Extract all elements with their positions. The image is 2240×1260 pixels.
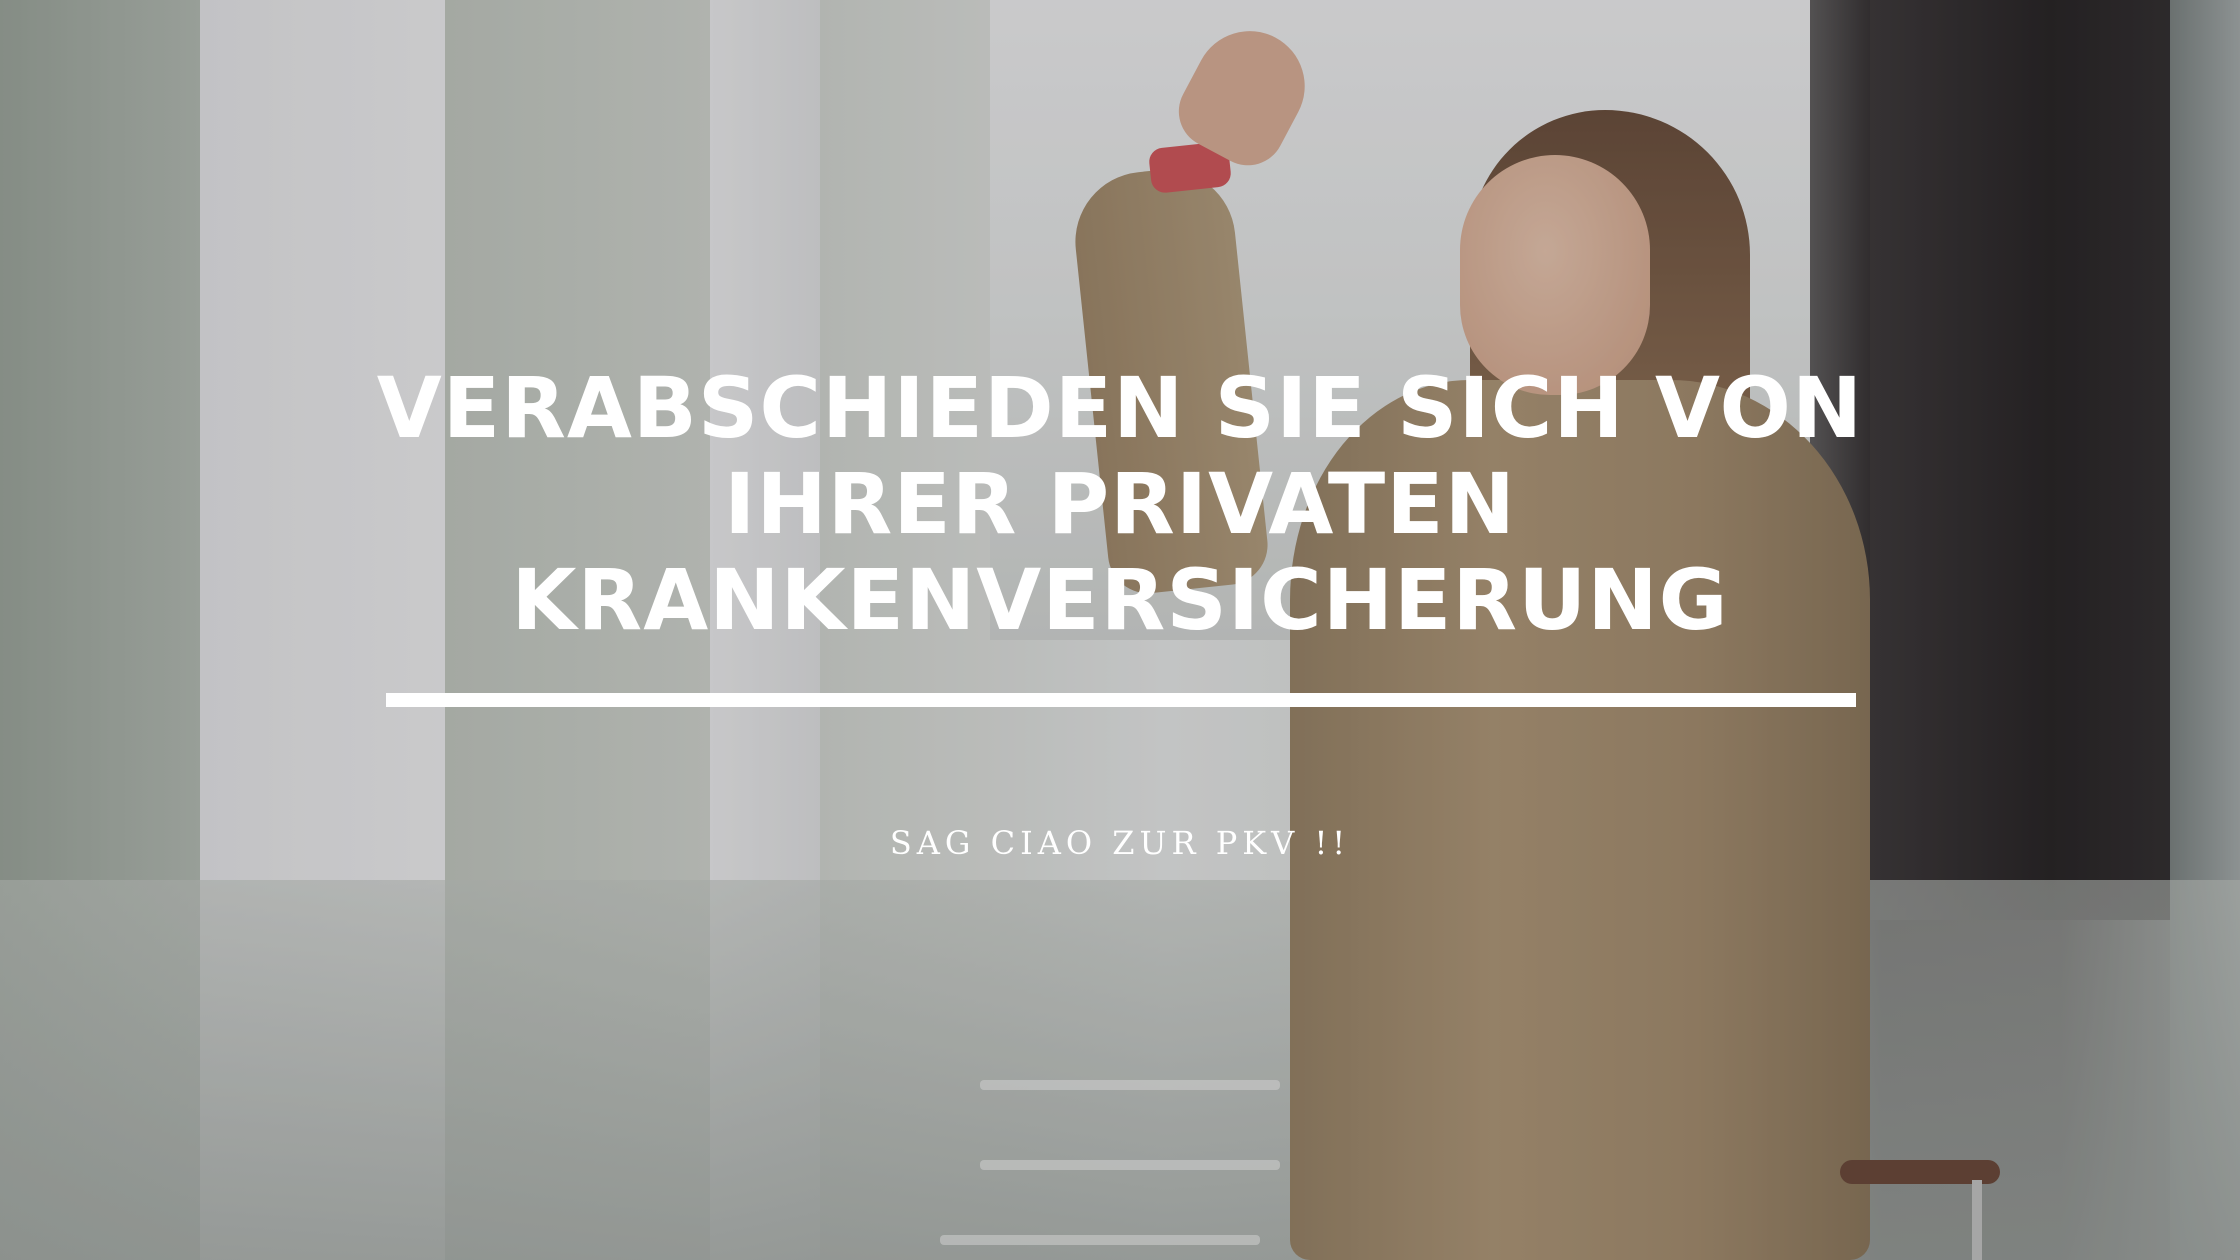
headline-line-3: KRANKENVERSICHERUNG xyxy=(511,551,1729,649)
headline: VERABSCHIEDEN SIE SICH VON IHRER PRIVATE… xyxy=(340,360,1900,648)
headline-line-2: IHRER PRIVATEN xyxy=(724,455,1516,553)
headline-line-1: VERABSCHIEDEN SIE SICH VON xyxy=(376,359,1864,457)
divider-line xyxy=(386,693,1856,707)
subline: SAG CIAO ZUR PKV !! xyxy=(889,824,1351,862)
banner: VERABSCHIEDEN SIE SICH VON IHRER PRIVATE… xyxy=(0,0,2240,1260)
